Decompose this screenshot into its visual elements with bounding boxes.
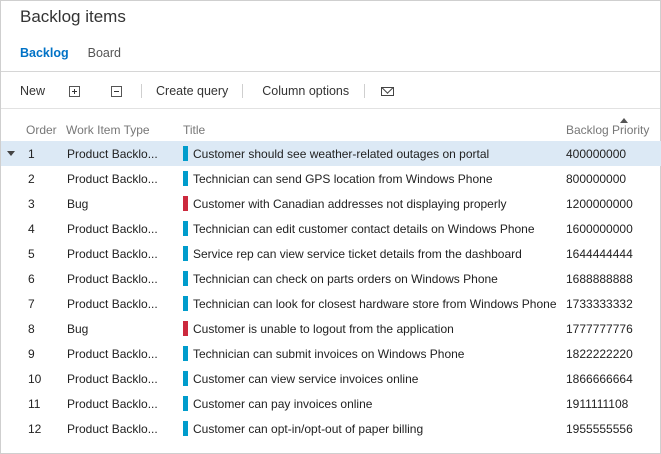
cell-order: 3 xyxy=(28,197,35,211)
sort-ascending-icon xyxy=(620,118,628,123)
table-row[interactable]: 11 Product Backlo... Customer can pay invo… xyxy=(1,391,661,416)
cell-order: 2 xyxy=(28,172,35,186)
toolbar-separator xyxy=(242,84,244,98)
table-row[interactable]: 2 Product Backlo... Technician can send GP… xyxy=(1,166,661,191)
table-row[interactable]: 3 Bug Customer with Canadian addresses not… xyxy=(1,191,661,216)
cell-title[interactable]: Customer can view service invoices onlin… xyxy=(193,372,418,386)
cell-backlog-priority: 1644444444 xyxy=(566,247,633,261)
collapse-all-icon[interactable] xyxy=(111,85,123,97)
page-title: Backlog items xyxy=(20,7,126,26)
tabs-divider xyxy=(1,71,660,72)
cell-backlog-priority: 1777777776 xyxy=(566,322,633,336)
create-query-button[interactable]: Create query xyxy=(156,84,228,98)
cell-order: 1 xyxy=(28,147,35,161)
cell-work-item-type: Bug xyxy=(67,322,89,336)
cell-title[interactable]: Service rep can view service ticket deta… xyxy=(193,247,522,261)
table-row[interactable]: 9 Product Backlo... Technician can submit … xyxy=(1,341,661,366)
cell-work-item-type: Product Backlo... xyxy=(67,297,158,311)
cell-title[interactable]: Customer can opt-in/opt-out of paper bil… xyxy=(193,422,423,436)
cell-work-item-type: Bug xyxy=(67,197,89,211)
work-item-color-bar xyxy=(183,171,188,186)
cell-backlog-priority: 800000000 xyxy=(566,172,627,186)
tab-backlog[interactable]: Backlog xyxy=(20,46,69,60)
work-item-color-bar xyxy=(183,296,188,311)
cell-title[interactable]: Customer is unable to logout from the ap… xyxy=(193,322,454,336)
cell-backlog-priority: 1955555556 xyxy=(566,422,633,436)
cell-work-item-type: Product Backlo... xyxy=(67,397,158,411)
toolbar-separator xyxy=(141,84,143,98)
cell-work-item-type: Product Backlo... xyxy=(67,147,158,161)
table-row[interactable]: 10 Product Backlo... Customer can view ser… xyxy=(1,366,661,391)
cell-order: 7 xyxy=(28,297,35,311)
table-row[interactable]: 5 Product Backlo... Service rep can view s… xyxy=(1,241,661,266)
cell-order: 8 xyxy=(28,322,35,336)
cell-order: 11 xyxy=(28,397,41,411)
work-item-color-bar xyxy=(183,246,188,261)
cell-title[interactable]: Customer can pay invoices online xyxy=(193,397,372,411)
work-item-color-bar xyxy=(183,396,188,411)
cell-work-item-type: Product Backlo... xyxy=(67,222,158,236)
work-item-color-bar xyxy=(183,271,188,286)
cell-backlog-priority: 1600000000 xyxy=(566,222,633,236)
column-header-work-item-type[interactable]: Work Item Type xyxy=(66,123,150,137)
toolbar: New Create query Column options xyxy=(20,81,395,101)
table-row[interactable]: 1 Product Backlo... Customer should see we… xyxy=(1,141,661,166)
column-header-title[interactable]: Title xyxy=(183,123,205,137)
work-item-color-bar xyxy=(183,196,188,211)
work-item-color-bar xyxy=(183,371,188,386)
cell-title[interactable]: Customer should see weather-related outa… xyxy=(193,147,489,161)
cell-backlog-priority: 1866666664 xyxy=(566,372,633,386)
cell-order: 12 xyxy=(28,422,42,436)
cell-work-item-type: Product Backlo... xyxy=(67,247,158,261)
table-row[interactable]: 7 Product Backlo... Technician can look fo… xyxy=(1,291,661,316)
grid-rows: 1 Product Backlo... Customer should see we… xyxy=(1,141,661,441)
cell-order: 6 xyxy=(28,272,35,286)
tab-board[interactable]: Board xyxy=(88,46,121,60)
table-row[interactable]: 6 Product Backlo... Technician can check o… xyxy=(1,266,661,291)
mail-icon[interactable] xyxy=(381,86,395,96)
cell-work-item-type: Product Backlo... xyxy=(67,422,158,436)
grid-header: Order Work Item Type Title Backlog Prior… xyxy=(1,117,661,141)
new-button[interactable]: New xyxy=(20,84,45,98)
table-row[interactable]: 8 Bug Customer is unable to logout from th… xyxy=(1,316,661,341)
cell-backlog-priority: 1200000000 xyxy=(566,197,633,211)
cell-order: 4 xyxy=(28,222,35,236)
toolbar-separator xyxy=(364,84,366,98)
cell-title[interactable]: Technician can submit invoices on Window… xyxy=(193,347,464,361)
cell-work-item-type: Product Backlo... xyxy=(67,372,158,386)
work-item-color-bar xyxy=(183,146,188,161)
expand-all-icon[interactable] xyxy=(69,85,81,97)
cell-work-item-type: Product Backlo... xyxy=(67,347,158,361)
work-item-color-bar xyxy=(183,421,188,436)
cell-work-item-type: Product Backlo... xyxy=(67,272,158,286)
table-row[interactable]: 4 Product Backlo... Technician can edit cu… xyxy=(1,216,661,241)
cell-backlog-priority: 1733333332 xyxy=(566,297,633,311)
table-row[interactable]: 12 Product Backlo... Customer can opt-in/o… xyxy=(1,416,661,441)
row-expand-caret-icon[interactable] xyxy=(7,151,15,156)
cell-backlog-priority: 1911111108 xyxy=(566,397,629,411)
work-item-color-bar xyxy=(183,321,188,336)
cell-title[interactable]: Technician can check on parts orders on … xyxy=(193,272,498,286)
cell-backlog-priority: 400000000 xyxy=(566,147,627,161)
view-tabs: Backlog Board xyxy=(20,46,121,60)
cell-order: 5 xyxy=(28,247,35,261)
cell-order: 10 xyxy=(28,372,42,386)
work-item-color-bar xyxy=(183,221,188,236)
toolbar-divider xyxy=(1,108,660,109)
cell-title[interactable]: Technician can edit customer contact det… xyxy=(193,222,535,236)
cell-title[interactable]: Technician can send GPS location from Wi… xyxy=(193,172,493,186)
backlog-grid: Order Work Item Type Title Backlog Prior… xyxy=(1,117,661,441)
cell-backlog-priority: 1688888888 xyxy=(566,272,633,286)
column-options-button[interactable]: Column options xyxy=(262,84,349,98)
work-item-color-bar xyxy=(183,346,188,361)
cell-title[interactable]: Technician can look for closest hardware… xyxy=(193,297,557,311)
column-header-order[interactable]: Order xyxy=(26,123,57,137)
cell-work-item-type: Product Backlo... xyxy=(67,172,158,186)
column-header-backlog-priority[interactable]: Backlog Priority xyxy=(566,123,649,137)
cell-order: 9 xyxy=(28,347,35,361)
cell-title[interactable]: Customer with Canadian addresses not dis… xyxy=(193,197,507,211)
cell-backlog-priority: 1822222220 xyxy=(566,347,633,361)
